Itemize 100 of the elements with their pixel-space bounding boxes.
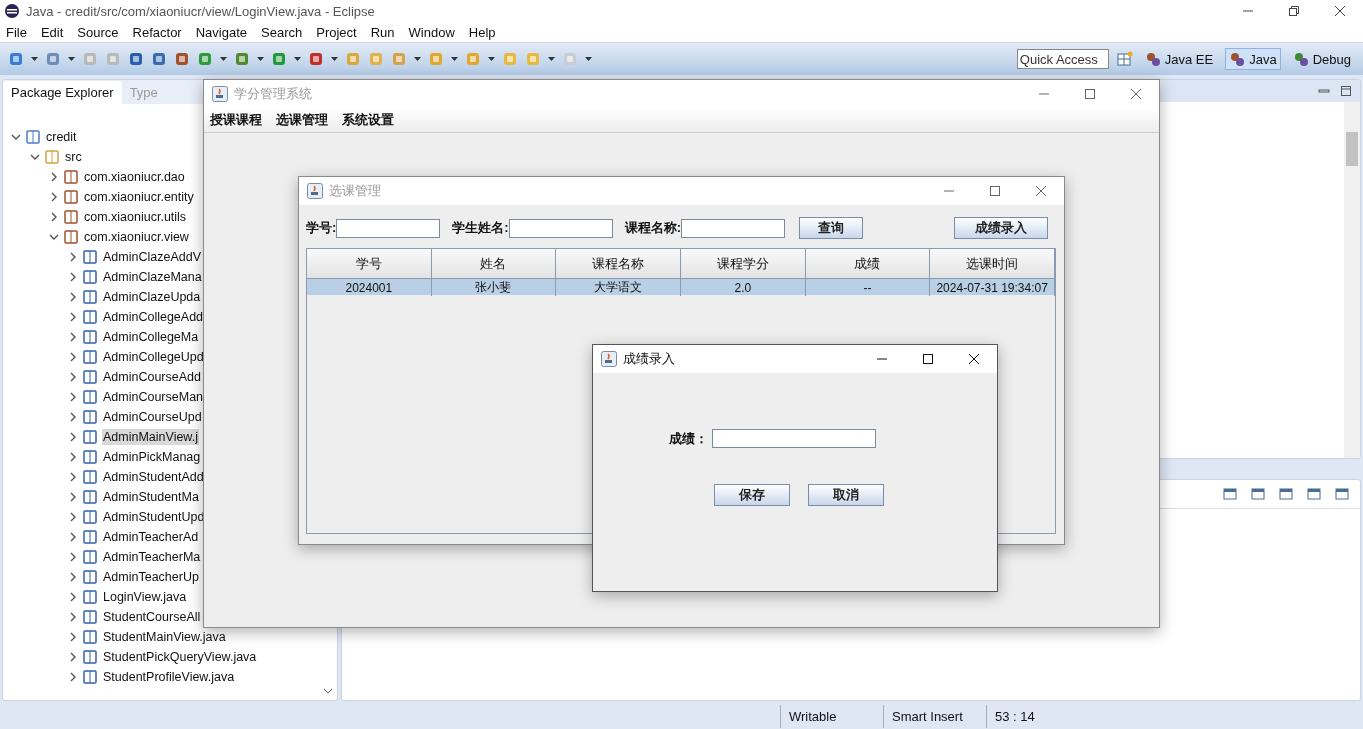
menu-item[interactable]: Navigate (195, 24, 247, 40)
caret-icon[interactable] (488, 57, 495, 61)
collapse-chevron-icon[interactable] (49, 232, 59, 242)
menu-item[interactable]: Window (408, 24, 455, 40)
tree-item[interactable]: com.xiaoniucr.view (83, 229, 190, 245)
expand-chevron-icon[interactable] (68, 472, 78, 482)
tree-item[interactable]: AdminTeacherUp (102, 569, 200, 585)
caret-icon[interactable] (68, 57, 75, 61)
caret-icon[interactable] (257, 57, 264, 61)
input-field[interactable] (508, 218, 613, 238)
caret-icon[interactable] (220, 57, 227, 61)
tree-item[interactable]: LoginView.java (102, 589, 188, 605)
view-toolbar-icon[interactable] (1278, 486, 1294, 502)
menu-item[interactable]: 选课管理 (276, 111, 328, 129)
expand-chevron-icon[interactable] (68, 492, 78, 502)
tree-item[interactable]: StudentPickQueryView.java (102, 649, 258, 665)
caret-icon[interactable] (451, 57, 458, 61)
tree-item[interactable]: com.xiaoniucr.utils (83, 209, 188, 225)
tree-item[interactable]: StudentCourseAll (102, 609, 202, 625)
menu-item[interactable]: Refactor (132, 24, 182, 40)
expand-chevron-icon[interactable] (68, 672, 78, 682)
menu-item[interactable]: Run (370, 24, 395, 40)
expand-chevron-icon[interactable] (68, 252, 78, 262)
view-toolbar-icon[interactable] (1250, 486, 1266, 502)
tree-item[interactable]: AdminCollegeMa (102, 329, 200, 345)
menu-item[interactable]: Project (316, 24, 357, 40)
tree-item[interactable]: AdminStudentMa (102, 489, 200, 505)
caret-icon[interactable] (331, 57, 338, 61)
expand-chevron-icon[interactable] (68, 512, 78, 522)
scrollbar[interactable] (1344, 102, 1360, 458)
expand-chevron-icon[interactable] (68, 352, 78, 362)
expand-chevron-icon[interactable] (68, 532, 78, 542)
caret-icon[interactable] (294, 57, 301, 61)
caret-icon[interactable] (548, 57, 555, 61)
expand-chevron-icon[interactable] (68, 292, 78, 302)
scroll-down-icon[interactable] (323, 687, 333, 695)
collapse-chevron-icon[interactable] (30, 152, 40, 162)
tree-item[interactable]: AdminCourseAdd (102, 369, 202, 385)
menu-item[interactable]: 授课课程 (210, 111, 262, 129)
tree-item[interactable]: credit (45, 129, 78, 145)
tree-item[interactable]: AdminStudentAdd (102, 469, 205, 485)
cancel-button[interactable]: 取消 (808, 484, 884, 506)
expand-chevron-icon[interactable] (68, 652, 78, 662)
perspective-button[interactable]: Debug (1288, 48, 1355, 70)
menu-item[interactable]: 系统设置 (342, 111, 394, 129)
menu-item[interactable]: Help (468, 24, 496, 40)
save-button[interactable]: 保存 (714, 484, 790, 506)
expand-chevron-icon[interactable] (68, 392, 78, 402)
grade-input-field[interactable] (712, 429, 876, 448)
expand-chevron-icon[interactable] (68, 432, 78, 442)
expand-chevron-icon[interactable] (68, 412, 78, 422)
expand-chevron-icon[interactable] (68, 592, 78, 602)
expand-chevron-icon[interactable] (68, 572, 78, 582)
expand-chevron-icon[interactable] (68, 272, 78, 282)
expand-chevron-icon[interactable] (68, 612, 78, 622)
collapse-chevron-icon[interactable] (11, 132, 21, 142)
tree-item[interactable]: StudentProfileView.java (102, 669, 236, 685)
tree-item[interactable]: AdminClazeMana (102, 269, 203, 285)
menu-item[interactable]: Search (261, 24, 303, 40)
expand-chevron-icon[interactable] (49, 172, 59, 182)
expand-chevron-icon[interactable] (68, 452, 78, 462)
tree-item[interactable]: AdminStudentUpd (102, 509, 206, 525)
tree-item[interactable]: StudentMainView.java (102, 629, 227, 645)
input-field[interactable] (336, 218, 441, 238)
expand-chevron-icon[interactable] (49, 192, 59, 202)
open-perspective-icon[interactable] (1116, 51, 1133, 67)
tree-item[interactable]: AdminTeacherMa (102, 549, 202, 565)
grade-entry-button[interactable]: 成绩录入 (954, 217, 1048, 239)
tree-item[interactable]: AdminClazeUpda (102, 289, 202, 305)
tree-item[interactable]: AdminClazeAddV (102, 249, 202, 265)
menu-item[interactable]: Edit (40, 24, 64, 40)
maximize-view-icon[interactable] (1340, 85, 1352, 97)
menu-item[interactable]: Source (77, 24, 119, 40)
tree-item[interactable]: src (64, 149, 83, 165)
perspective-button[interactable]: Java EE (1140, 48, 1218, 70)
expand-chevron-icon[interactable] (68, 332, 78, 342)
query-button[interactable]: 查询 (799, 217, 864, 239)
expand-chevron-icon[interactable] (68, 312, 78, 322)
caret-icon[interactable] (414, 57, 421, 61)
caret-icon[interactable] (585, 57, 592, 61)
tree-item[interactable]: AdminPickManag (102, 449, 202, 465)
menu-item[interactable]: File (6, 24, 27, 40)
tree-item[interactable]: AdminCourseMan (102, 389, 205, 405)
view-tab[interactable]: Package Explorer (3, 81, 122, 104)
expand-chevron-icon[interactable] (49, 212, 59, 222)
tree-item[interactable]: AdminMainView.j (102, 429, 199, 445)
tree-item[interactable]: com.xiaoniucr.entity (83, 189, 195, 205)
quick-access-field[interactable]: Quick Access (1016, 49, 1109, 69)
tree-item[interactable]: AdminTeacherAd (102, 529, 200, 545)
view-toolbar-icon[interactable] (1222, 486, 1238, 502)
input-field[interactable] (681, 218, 786, 238)
caret-icon[interactable] (31, 57, 38, 61)
view-toolbar-icon[interactable] (1306, 486, 1322, 502)
tree-item[interactable]: AdminCollegeUpd (102, 349, 205, 365)
view-toolbar-icon[interactable] (1334, 486, 1350, 502)
expand-chevron-icon[interactable] (68, 632, 78, 642)
expand-chevron-icon[interactable] (68, 372, 78, 382)
table-row[interactable]: 2024001 张小斐 大学语文 2.0 -- 2024-07-31 19:34:07 (307, 279, 1055, 295)
tree-item[interactable]: AdminCourseUpd (102, 409, 203, 425)
perspective-button[interactable]: Java (1225, 48, 1281, 70)
